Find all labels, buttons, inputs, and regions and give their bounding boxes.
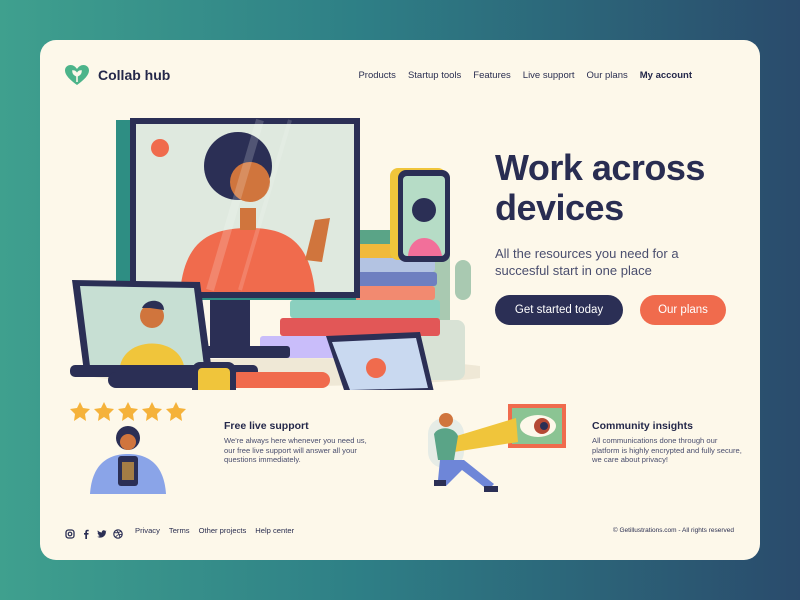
landing-card: Collab hub Products Startup tools Featur… xyxy=(40,40,760,560)
footer-terms-link[interactable]: Terms xyxy=(169,526,190,535)
nav-products[interactable]: Products xyxy=(358,70,396,81)
feature-text-insights: All communications done through our plat… xyxy=(592,436,742,465)
rating-stars-person-illustration xyxy=(70,402,186,494)
dribbble-icon[interactable] xyxy=(113,526,123,539)
copyright: © Getillustrations.com - All rights rese… xyxy=(612,527,734,534)
main-nav: Products Startup tools Features Live sup… xyxy=(358,70,692,81)
heart-leaf-icon xyxy=(65,65,89,85)
nav-my-account[interactable]: My account xyxy=(640,70,692,81)
social-links xyxy=(65,526,123,539)
logo[interactable]: Collab hub xyxy=(64,64,170,86)
facebook-icon[interactable] xyxy=(81,526,91,539)
footer-help-center-link[interactable]: Help center xyxy=(255,526,294,535)
devices-illustration xyxy=(70,118,480,390)
hero-title: Work across devices xyxy=(495,147,705,228)
nav-startup-tools[interactable]: Startup tools xyxy=(408,70,461,81)
brand-name: Collab hub xyxy=(98,67,171,83)
instagram-icon[interactable] xyxy=(65,526,75,539)
feature-title-insights: Community insights xyxy=(592,420,693,432)
nav-features[interactable]: Features xyxy=(473,70,511,81)
telescope-eye-illustration xyxy=(428,404,566,492)
footer-links: Privacy Terms Other projects Help center xyxy=(135,526,294,535)
footer-privacy-link[interactable]: Privacy xyxy=(135,526,160,535)
feature-text-support: We're always here whenever you need us, … xyxy=(224,436,367,465)
get-started-button[interactable]: Get started today xyxy=(495,295,623,325)
twitter-icon[interactable] xyxy=(97,526,107,538)
nav-live-support[interactable]: Live support xyxy=(523,70,575,81)
hero-subtitle: All the resources you need for a succesf… xyxy=(495,246,679,278)
nav-our-plans[interactable]: Our plans xyxy=(587,70,628,81)
footer-other-projects-link[interactable]: Other projects xyxy=(199,526,247,535)
feature-title-support: Free live support xyxy=(224,420,309,432)
our-plans-button[interactable]: Our plans xyxy=(640,295,726,325)
